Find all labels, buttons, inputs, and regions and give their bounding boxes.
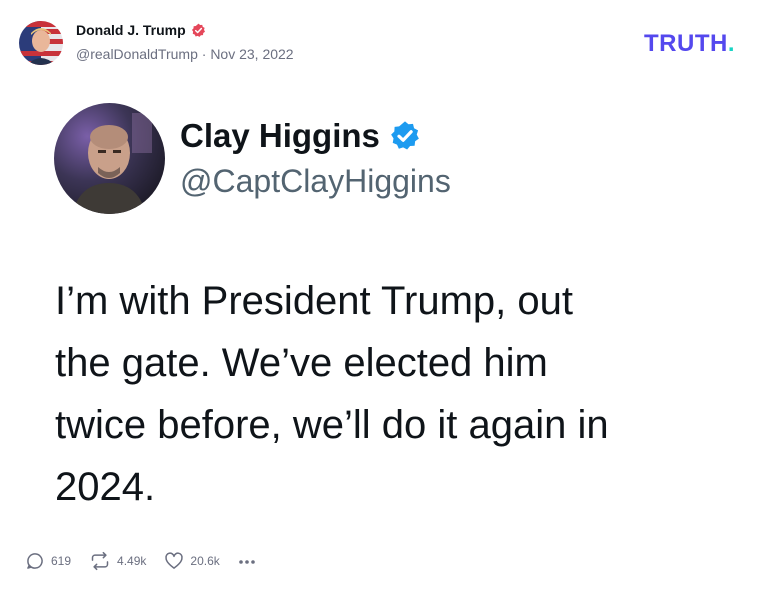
truth-logo[interactable]: TRUTH.	[644, 30, 735, 58]
retruth-button[interactable]: 4.49k	[89, 551, 146, 571]
post-meta: @realDonaldTrump · Nov 23, 2022	[76, 46, 294, 62]
like-button[interactable]: 20.6k	[164, 551, 220, 571]
author-handle[interactable]: @realDonaldTrump	[76, 46, 198, 62]
tweet-text-line: the gate. We’ve elected him	[55, 341, 548, 385]
post-action-bar: 619 4.49k 20.6k	[25, 548, 256, 574]
reply-count: 619	[51, 554, 72, 568]
more-options-button[interactable]	[238, 552, 256, 570]
more-horizontal-icon	[238, 552, 256, 570]
truth-logo-dot: .	[727, 30, 735, 57]
author-avatar[interactable]	[19, 21, 63, 65]
heart-icon	[164, 551, 184, 571]
tweet-text-line: I’m with President Trump, out	[55, 279, 573, 323]
author-name[interactable]: Donald J. Trump	[76, 22, 186, 38]
quoted-author-avatar	[54, 103, 165, 214]
tweet-text-line: 2024.	[55, 465, 156, 509]
reply-icon	[25, 551, 45, 571]
quoted-tweet-text: I’m with President Trump, out the gate. …	[55, 270, 745, 518]
retruth-count: 4.49k	[117, 554, 147, 568]
quoted-author-handle: @CaptClayHiggins	[180, 163, 451, 199]
retruth-icon	[89, 551, 111, 571]
truth-logo-text: TRUTH	[644, 30, 728, 57]
truth-post: Donald J. Trump @realDonaldTrump · Nov 2…	[0, 0, 777, 591]
meta-separator: ·	[197, 46, 211, 62]
post-header: Donald J. Trump @realDonaldTrump · Nov 2…	[0, 0, 777, 80]
verified-badge-icon	[389, 120, 421, 152]
verified-badge-icon	[191, 23, 206, 38]
quoted-author-name: Clay Higgins	[180, 117, 380, 154]
post-date[interactable]: Nov 23, 2022	[210, 46, 293, 62]
like-count: 20.6k	[190, 554, 220, 568]
tweet-text-line: twice before, we’ll do it again in	[55, 403, 609, 447]
reply-button[interactable]: 619	[25, 551, 71, 571]
